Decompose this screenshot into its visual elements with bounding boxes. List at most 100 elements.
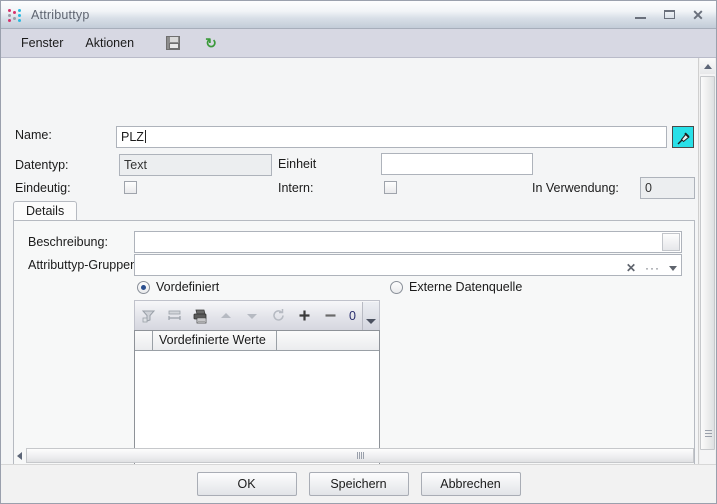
datatype-row: Datentyp: [15, 158, 115, 172]
attribute-type-dots-icon [8, 8, 24, 22]
menu-item-aktionen[interactable]: Aktionen [75, 32, 144, 54]
name-picker-button[interactable] [672, 126, 694, 148]
vertical-scroll-track[interactable] [700, 74, 715, 464]
datatype-input[interactable]: Text [119, 154, 272, 176]
minimize-button[interactable] [626, 5, 654, 24]
row-count: 0 [349, 308, 356, 323]
chevron-down-icon[interactable] [669, 265, 677, 271]
fit-columns-icon [167, 310, 181, 320]
name-input[interactable]: PLZ [116, 126, 667, 148]
horizontal-scroll-thumb[interactable] [26, 448, 694, 463]
refresh-icon [272, 309, 284, 321]
grid-col-selector[interactable] [135, 331, 153, 350]
menu-item-fenster-label: Fenster [21, 36, 64, 50]
move-down-icon [247, 313, 257, 319]
unit-input[interactable] [381, 153, 533, 175]
tab-details[interactable]: Details [13, 201, 78, 222]
attributtyp-window: Attributtyp ✕ Fenster Aktionen ↻ Name: P… [0, 0, 717, 504]
remove-row-button[interactable] [317, 303, 343, 329]
description-spinner-button[interactable] [662, 233, 680, 251]
scroll-grip-icon [705, 430, 712, 438]
ok-button-label: OK [237, 477, 256, 491]
form-content: Name: PLZ Datentyp: Text Einheit Eindeut… [1, 58, 698, 464]
radio-externe-datenquelle-label: Externe Datenquelle [409, 280, 523, 294]
predefined-values-grid: Vordefinierte Werte [134, 330, 380, 464]
horizontal-scrollbar[interactable] [13, 447, 698, 464]
move-up-button[interactable] [213, 303, 239, 329]
pin-picker-icon [677, 132, 690, 145]
grid-header-row: Vordefinierte Werte [135, 331, 379, 351]
description-label: Beschreibung: [28, 235, 108, 249]
horizontal-scroll-track[interactable] [26, 448, 694, 463]
refresh-button[interactable]: ↻ [198, 33, 224, 53]
save-button-label: Speichern [330, 477, 387, 491]
save-button[interactable]: Speichern [308, 472, 409, 496]
print-icon [193, 309, 206, 323]
name-row: Name: [15, 128, 115, 142]
radio-vordefiniert-marker [137, 280, 150, 294]
menu-item-aktionen-label: Aktionen [85, 36, 135, 50]
groups-input[interactable]: ✕ ··· [134, 254, 682, 276]
scroll-left-button[interactable] [13, 448, 26, 463]
ok-button[interactable]: OK [196, 472, 297, 496]
grid-refresh-button[interactable] [265, 303, 291, 329]
fit-columns-button[interactable] [161, 303, 187, 329]
internal-label: Intern: [278, 181, 314, 195]
save-icon [166, 36, 181, 50]
add-row-button[interactable] [291, 303, 317, 329]
maximize-icon [663, 10, 675, 19]
window-body: Name: PLZ Datentyp: Text Einheit Eindeut… [1, 58, 716, 464]
print-button[interactable] [187, 303, 213, 329]
filter-button[interactable] [135, 303, 161, 329]
radio-vordefiniert[interactable]: Vordefiniert [137, 280, 219, 294]
groups-buttons: ✕ ··· [626, 258, 677, 278]
scroll-grip-icon [356, 452, 364, 459]
browse-icon[interactable]: ··· [645, 258, 660, 278]
add-icon [299, 310, 309, 321]
description-input[interactable] [134, 231, 682, 253]
radio-vordefiniert-label: Vordefiniert [156, 280, 220, 294]
name-label: Name: [15, 128, 52, 142]
scroll-right-button[interactable] [694, 448, 698, 463]
minimize-icon [634, 16, 646, 19]
refresh-icon: ↻ [205, 35, 217, 51]
inuse-value: 0 [645, 181, 652, 195]
text-caret [144, 130, 146, 143]
name-input-value: PLZ [121, 130, 144, 144]
tab-strip: Details [13, 201, 695, 222]
unique-checkbox[interactable] [124, 181, 137, 194]
vertical-scroll-thumb[interactable] [700, 76, 715, 451]
window-controls: ✕ [625, 1, 712, 28]
close-button[interactable]: ✕ [684, 5, 712, 24]
menu-item-fenster[interactable]: Fenster [11, 32, 73, 54]
move-up-icon [221, 312, 231, 318]
grid-toolbar: 0 [134, 300, 380, 330]
inuse-label: In Verwendung: [532, 181, 619, 195]
datatype-label: Datentyp: [15, 158, 69, 172]
groups-label: Attributtyp-Gruppen: [28, 258, 141, 272]
unit-label: Einheit [278, 157, 317, 171]
chevron-down-icon [366, 318, 376, 324]
clear-icon[interactable]: ✕ [626, 258, 636, 278]
datatype-value: Text [124, 158, 147, 172]
inuse-value-field: 0 [640, 177, 695, 199]
chevron-left-icon [17, 451, 22, 460]
internal-checkbox[interactable] [384, 181, 397, 194]
radio-externe-datenquelle[interactable]: Externe Datenquelle [390, 280, 522, 294]
scroll-up-button[interactable] [700, 58, 715, 74]
tab-details-label: Details [26, 204, 65, 218]
toolbar-overflow-button[interactable] [362, 301, 379, 330]
cancel-button[interactable]: Abbrechen [420, 472, 521, 496]
remove-icon [325, 314, 335, 317]
grid-col-vordefinierte-werte[interactable]: Vordefinierte Werte [153, 331, 277, 350]
move-down-button[interactable] [239, 303, 265, 329]
maximize-button[interactable] [655, 5, 683, 24]
chevron-up-icon [703, 63, 712, 69]
title-bar: Attributtyp ✕ [1, 1, 716, 29]
save-button[interactable] [160, 33, 186, 53]
unique-label: Eindeutig: [15, 181, 71, 195]
dialog-footer: OK Speichern Abbrechen [1, 464, 716, 503]
cancel-button-label: Abbrechen [440, 477, 501, 491]
vertical-scrollbar[interactable] [698, 58, 716, 464]
grid-col-empty[interactable] [277, 331, 379, 350]
